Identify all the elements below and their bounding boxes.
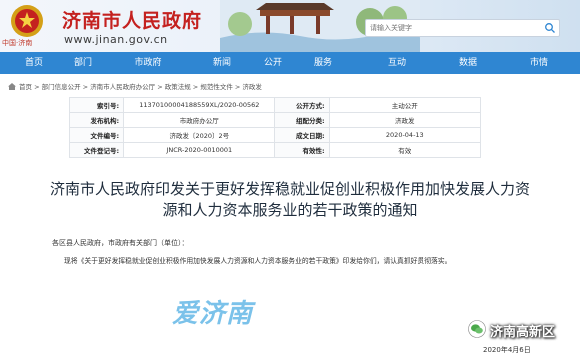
nav-item-news[interactable]: 新闻 — [197, 52, 247, 74]
document-title: 济南市人民政府印发关于更好发挥稳就业促创业积极作用加快发展人力资 源和人力资本服… — [40, 179, 540, 221]
meta-key: 公开方式: — [274, 97, 330, 113]
table-row: 发布机构: 市政府办公厅 组配分类: 济政发 — [68, 112, 482, 128]
document-meta-table: 索引号: 11370100004188559XL/2020-00562 公开方式… — [68, 97, 482, 158]
nav-item-services[interactable]: 服务 — [298, 52, 348, 74]
site-url: www.jinan.gov.cn — [64, 33, 168, 46]
meta-value: 主动公开 — [328, 97, 482, 113]
search-icon[interactable] — [544, 22, 556, 34]
source-badge: 济南高新区 — [468, 318, 580, 340]
main-nav: 首页 部门 市政府 新闻 公开 服务 互动 数据 市情 — [0, 52, 580, 74]
meta-key: 有效性: — [274, 142, 330, 158]
wechat-icon — [468, 320, 486, 338]
nav-item-government[interactable]: 市政府 — [123, 52, 173, 74]
document-body: 现将《关于更好发挥稳就业促创业积极作用加快发展人力资源和人力资本服务业的若干政策… — [64, 257, 452, 265]
site-title[interactable]: 济南市人民政府 — [62, 6, 202, 33]
meta-value: 济政发 — [328, 112, 482, 128]
meta-value: 济政发〔2020〕2号 — [123, 127, 276, 143]
table-row: 文件编号: 济政发〔2020〕2号 成文日期: 2020-04-13 — [68, 127, 482, 143]
search-box[interactable] — [365, 19, 560, 37]
document-addressee: 各区县人民政府，市政府有关部门（单位）： — [52, 239, 189, 247]
publish-date: 2020年4月6日 — [483, 346, 531, 354]
meta-key: 组配分类: — [274, 112, 330, 128]
meta-value: JNCR-2020-0010001 — [123, 142, 276, 158]
breadcrumb-text[interactable]: 首页 > 部门信息公开 > 济南市人民政府办公厅 > 政策法规 > 规范性文件 … — [19, 83, 262, 91]
national-emblem-icon — [11, 5, 43, 37]
nav-item-home[interactable]: 首页 — [9, 52, 59, 74]
table-row: 索引号: 11370100004188559XL/2020-00562 公开方式… — [68, 97, 482, 113]
meta-key: 发布机构: — [68, 112, 125, 128]
nav-item-departments[interactable]: 部门 — [58, 52, 108, 74]
meta-key: 索引号: — [68, 97, 125, 113]
home-icon — [8, 83, 16, 90]
search-input[interactable] — [370, 20, 530, 36]
nav-item-disclosure[interactable]: 公开 — [248, 52, 298, 74]
meta-key: 文件编号: — [68, 127, 125, 143]
emblem-caption: 中国·济南 — [2, 39, 33, 47]
document-title-line: 源和人力资本服务业的若干政策的通知 — [162, 201, 418, 219]
meta-value: 有效 — [328, 142, 482, 158]
nav-item-interaction[interactable]: 互动 — [372, 52, 422, 74]
ai-jinan-watermark: 爱济南 — [172, 299, 254, 329]
meta-value: 11370100004188559XL/2020-00562 — [123, 97, 276, 113]
meta-value: 市政府办公厅 — [123, 112, 276, 128]
nav-item-city-info[interactable]: 市情 — [514, 52, 564, 74]
meta-value: 2020-04-13 — [328, 127, 482, 143]
nav-item-data[interactable]: 数据 — [443, 52, 493, 74]
site-header: 中国·济南 济南市人民政府 www.jinan.gov.cn — [0, 0, 580, 52]
badge-label: 济南高新区 — [490, 325, 556, 340]
meta-key: 文件登记号: — [68, 142, 125, 158]
document-title-line: 济南市人民政府印发关于更好发挥稳就业促创业积极作用加快发展人力资 — [49, 180, 530, 198]
breadcrumb[interactable]: 首页 > 部门信息公开 > 济南市人民政府办公厅 > 政策法规 > 规范性文件 … — [8, 81, 262, 93]
meta-key: 成文日期: — [274, 127, 330, 143]
table-row: 文件登记号: JNCR-2020-0010001 有效性: 有效 — [68, 142, 482, 158]
